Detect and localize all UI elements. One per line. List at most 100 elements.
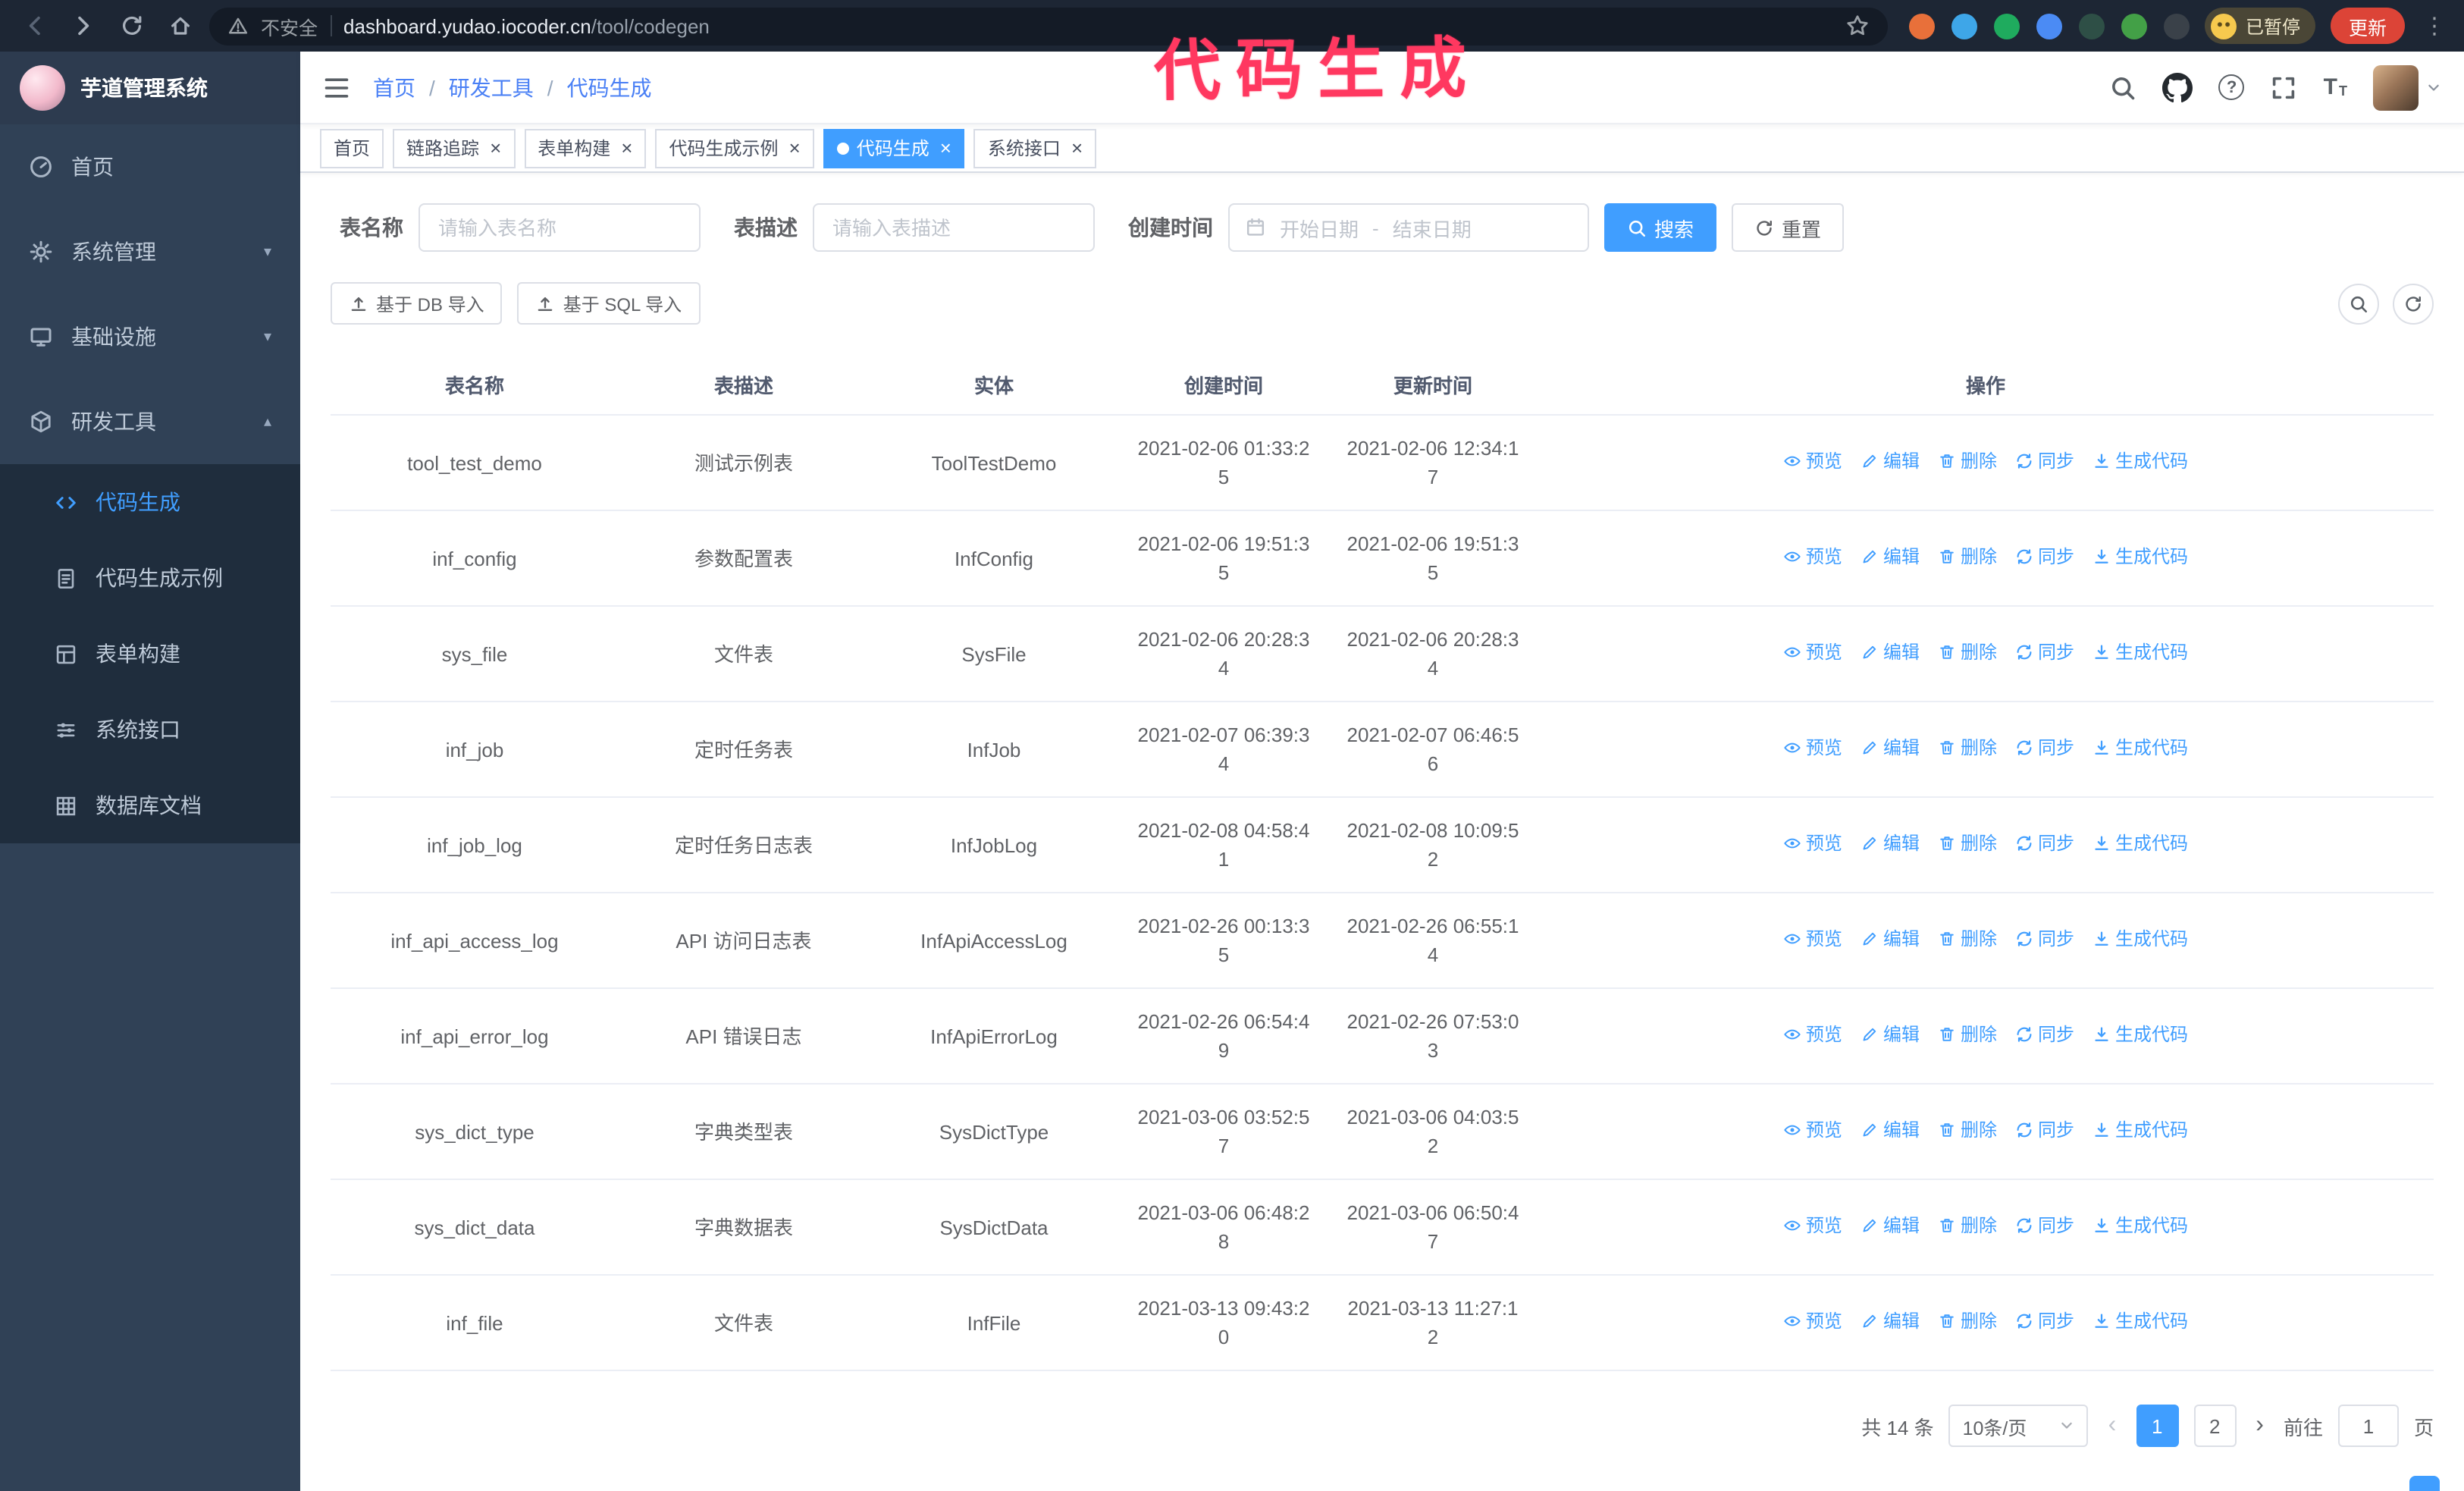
action-sync[interactable]: 同步 bbox=[2015, 639, 2074, 667]
action-preview[interactable]: 预览 bbox=[1783, 1212, 1842, 1241]
action-generate-code[interactable]: 生成代码 bbox=[2093, 543, 2188, 572]
dark-teal-extension[interactable] bbox=[2078, 13, 2105, 39]
tab[interactable]: 链路追踪 × bbox=[393, 128, 516, 168]
tab[interactable]: 首页 bbox=[320, 128, 384, 168]
action-delete[interactable]: 删除 bbox=[1938, 1212, 1997, 1241]
action-generate-code[interactable]: 生成代码 bbox=[2093, 925, 2188, 954]
page-size-select[interactable]: 10条/页 bbox=[1948, 1405, 2089, 1447]
action-edit[interactable]: 编辑 bbox=[1861, 447, 1920, 476]
user-menu[interactable] bbox=[2373, 64, 2441, 110]
fullscreen-icon[interactable] bbox=[2271, 74, 2298, 101]
home-button[interactable] bbox=[161, 6, 200, 46]
tab[interactable]: 系统接口 × bbox=[973, 128, 1097, 168]
reload-button[interactable] bbox=[112, 6, 152, 46]
action-delete[interactable]: 删除 bbox=[1938, 925, 1997, 954]
action-edit[interactable]: 编辑 bbox=[1861, 1307, 1920, 1336]
action-edit[interactable]: 编辑 bbox=[1861, 1116, 1920, 1145]
goto-page-input[interactable] bbox=[2337, 1405, 2399, 1447]
forward-button[interactable] bbox=[64, 6, 103, 46]
action-sync[interactable]: 同步 bbox=[2015, 830, 2074, 859]
next-page-button[interactable]: › bbox=[2251, 1413, 2268, 1438]
action-generate-code[interactable]: 生成代码 bbox=[2093, 639, 2188, 667]
action-generate-code[interactable]: 生成代码 bbox=[2093, 1212, 2188, 1241]
blue-drop-extension[interactable] bbox=[1951, 13, 1977, 39]
action-preview[interactable]: 预览 bbox=[1783, 1116, 1842, 1145]
github-icon[interactable] bbox=[2163, 72, 2193, 102]
tab-close-icon[interactable]: × bbox=[940, 138, 951, 158]
sidebar-subitem[interactable]: 代码生成示例 bbox=[0, 540, 300, 616]
page-number[interactable]: 1 bbox=[2136, 1405, 2179, 1447]
action-preview[interactable]: 预览 bbox=[1783, 1021, 1842, 1050]
tab[interactable]: 代码生成 × bbox=[823, 128, 965, 168]
green-leaf-extension[interactable] bbox=[2121, 13, 2147, 39]
import-db-button[interactable]: 基于 DB 导入 bbox=[331, 282, 503, 325]
action-generate-code[interactable]: 生成代码 bbox=[2093, 1116, 2188, 1145]
action-delete[interactable]: 删除 bbox=[1938, 543, 1997, 572]
action-preview[interactable]: 预览 bbox=[1783, 1307, 1842, 1336]
action-preview[interactable]: 预览 bbox=[1783, 639, 1842, 667]
tab[interactable]: 代码生成示例 × bbox=[655, 128, 814, 168]
sidebar-subitem[interactable]: 代码生成 bbox=[0, 464, 300, 540]
action-delete[interactable]: 删除 bbox=[1938, 1021, 1997, 1050]
prev-page-button[interactable]: ‹ bbox=[2104, 1413, 2121, 1438]
action-generate-code[interactable]: 生成代码 bbox=[2093, 734, 2188, 763]
sidebar-item[interactable]: 系统管理 ▾ bbox=[0, 209, 300, 294]
action-generate-code[interactable]: 生成代码 bbox=[2093, 447, 2188, 476]
date-range-picker[interactable]: 开始日期 - 结束日期 bbox=[1228, 203, 1589, 252]
action-sync[interactable]: 同步 bbox=[2015, 1116, 2074, 1145]
back-to-top-button[interactable] bbox=[2409, 1476, 2440, 1491]
search-icon[interactable] bbox=[2110, 74, 2137, 101]
action-preview[interactable]: 预览 bbox=[1783, 543, 1842, 572]
action-delete[interactable]: 删除 bbox=[1938, 734, 1997, 763]
action-edit[interactable]: 编辑 bbox=[1861, 1021, 1920, 1050]
tab-close-icon[interactable]: × bbox=[1071, 138, 1083, 158]
action-generate-code[interactable]: 生成代码 bbox=[2093, 1307, 2188, 1336]
search-button[interactable]: 搜索 bbox=[1604, 203, 1717, 252]
tab-close-icon[interactable]: × bbox=[621, 138, 632, 158]
help-icon[interactable] bbox=[2218, 74, 2245, 100]
action-preview[interactable]: 预览 bbox=[1783, 830, 1842, 859]
update-button[interactable]: 更新 bbox=[2330, 8, 2405, 44]
action-preview[interactable]: 预览 bbox=[1783, 447, 1842, 476]
back-button[interactable] bbox=[15, 6, 55, 46]
action-generate-code[interactable]: 生成代码 bbox=[2093, 1021, 2188, 1050]
action-delete[interactable]: 删除 bbox=[1938, 1116, 1997, 1145]
action-edit[interactable]: 编辑 bbox=[1861, 830, 1920, 859]
action-sync[interactable]: 同步 bbox=[2015, 1021, 2074, 1050]
page-number[interactable]: 2 bbox=[2193, 1405, 2237, 1447]
action-edit[interactable]: 编辑 bbox=[1861, 1212, 1920, 1241]
action-delete[interactable]: 删除 bbox=[1938, 1307, 1997, 1336]
action-sync[interactable]: 同步 bbox=[2015, 1307, 2074, 1336]
refresh-table-button[interactable] bbox=[2393, 283, 2434, 324]
action-sync[interactable]: 同步 bbox=[2015, 925, 2074, 954]
sidebar-subitem[interactable]: 表单构建 bbox=[0, 616, 300, 692]
dark-pin-extension[interactable] bbox=[2163, 13, 2190, 39]
action-edit[interactable]: 编辑 bbox=[1861, 734, 1920, 763]
action-delete[interactable]: 删除 bbox=[1938, 447, 1997, 476]
action-edit[interactable]: 编辑 bbox=[1861, 543, 1920, 572]
breadcrumb-item[interactable]: 研发工具 bbox=[449, 72, 534, 102]
app-logo[interactable]: 芋道管理系统 bbox=[0, 52, 300, 124]
action-delete[interactable]: 删除 bbox=[1938, 830, 1997, 859]
profile-badge[interactable]: 已暂停 bbox=[2204, 8, 2315, 44]
orange-extension[interactable] bbox=[1908, 13, 1935, 39]
action-edit[interactable]: 编辑 bbox=[1861, 639, 1920, 667]
table-name-input[interactable] bbox=[419, 203, 701, 252]
breadcrumb-item[interactable]: 首页 bbox=[373, 72, 415, 102]
action-sync[interactable]: 同步 bbox=[2015, 543, 2074, 572]
action-preview[interactable]: 预览 bbox=[1783, 925, 1842, 954]
font-size-icon[interactable] bbox=[2324, 76, 2347, 99]
tab-close-icon[interactable]: × bbox=[789, 138, 801, 158]
import-sql-button[interactable]: 基于 SQL 导入 bbox=[517, 282, 701, 325]
action-sync[interactable]: 同步 bbox=[2015, 1212, 2074, 1241]
action-generate-code[interactable]: 生成代码 bbox=[2093, 830, 2188, 859]
action-preview[interactable]: 预览 bbox=[1783, 734, 1842, 763]
blue-people-extension[interactable] bbox=[2036, 13, 2062, 39]
action-edit[interactable]: 编辑 bbox=[1861, 925, 1920, 954]
table-desc-input[interactable] bbox=[813, 203, 1095, 252]
action-sync[interactable]: 同步 bbox=[2015, 734, 2074, 763]
sidebar-item[interactable]: 研发工具 ▴ bbox=[0, 379, 300, 464]
bookmark-star-icon[interactable] bbox=[1845, 14, 1870, 38]
action-sync[interactable]: 同步 bbox=[2015, 447, 2074, 476]
address-bar[interactable]: 不安全 dashboard.yudao.iocoder.cn/tool/code… bbox=[209, 7, 1888, 45]
